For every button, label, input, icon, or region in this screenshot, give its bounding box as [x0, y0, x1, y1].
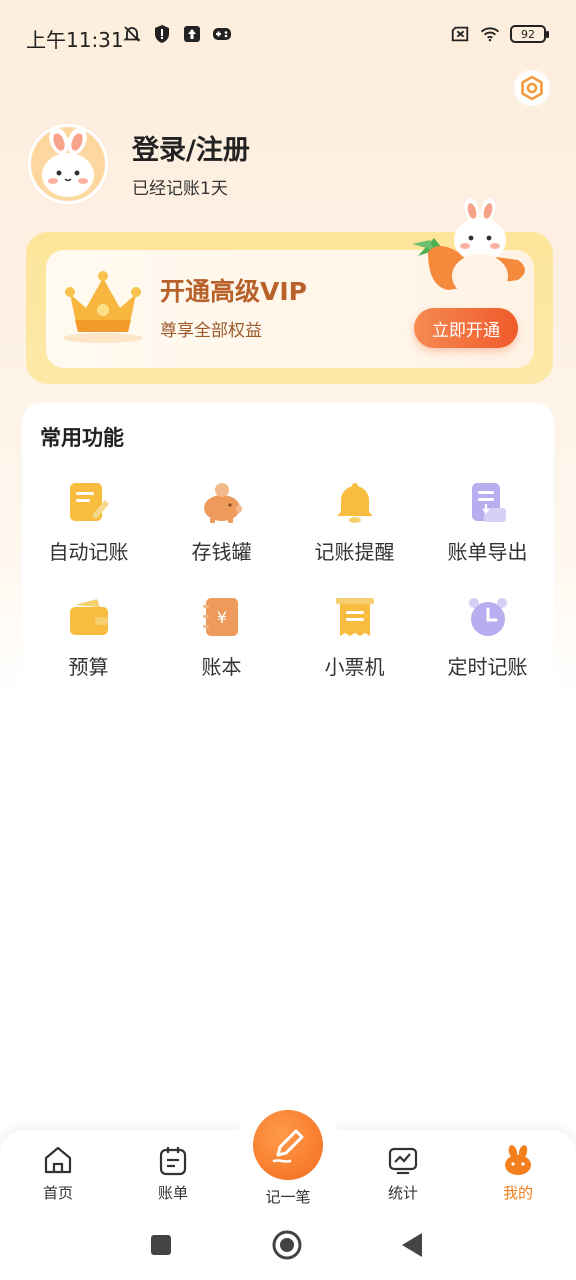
vip-title: 开通高级VIP: [160, 277, 307, 306]
bell-muted-icon: [122, 24, 142, 44]
func-auto-record[interactable]: 自动记账: [22, 480, 155, 565]
crown-icon: [58, 266, 148, 346]
sim-off-icon: [450, 24, 470, 44]
vip-subtitle: 尊享全部权益: [160, 321, 262, 341]
bunny-mine-icon: [505, 1145, 531, 1175]
receipt-icon: [333, 595, 377, 639]
home-system-button[interactable]: [272, 1230, 302, 1264]
func-ledger[interactable]: ¥ 账本: [155, 595, 288, 680]
func-label: 记账提醒: [314, 540, 395, 564]
bills-icon: [159, 1147, 187, 1176]
section-title: 常用功能: [40, 426, 124, 450]
func-label: 定时记账: [447, 655, 528, 679]
tab-label: 我的: [502, 1184, 533, 1202]
export-icon: [466, 480, 510, 524]
home-icon: [44, 1146, 72, 1174]
battery-level: 92: [521, 27, 535, 41]
tab-record-label[interactable]: 记一笔: [248, 1186, 328, 1207]
func-scheduled-record[interactable]: 定时记账: [421, 595, 554, 680]
system-nav-bar: [0, 1228, 576, 1262]
back-button[interactable]: [400, 1232, 424, 1262]
tab-mine[interactable]: 我的: [478, 1144, 558, 1203]
func-label: 存钱罐: [191, 540, 252, 564]
avatar[interactable]: [28, 124, 108, 204]
piggy-bank-icon: [200, 480, 244, 524]
func-label: 预算: [68, 655, 109, 679]
login-register-link[interactable]: 登录/注册: [132, 128, 250, 167]
bunny-avatar-icon: [42, 127, 94, 197]
settings-hex-icon: [521, 75, 543, 101]
record-days-text: 已经记账1天: [132, 179, 228, 199]
alarm-clock-icon: [466, 595, 510, 639]
auto-record-icon: [67, 480, 111, 524]
square-icon: [151, 1235, 171, 1255]
stats-icon: [388, 1147, 418, 1175]
func-label: 自动记账: [48, 540, 129, 564]
tab-stats[interactable]: 统计: [363, 1144, 443, 1203]
tab-label: 账单: [157, 1184, 188, 1202]
func-reminder[interactable]: 记账提醒: [288, 480, 421, 565]
bunny-carrot-icon: [408, 196, 532, 304]
func-receipt-printer[interactable]: 小票机: [288, 595, 421, 680]
tab-home[interactable]: 首页: [18, 1144, 98, 1203]
gamepad-icon: [212, 24, 232, 44]
settings-button[interactable]: [514, 70, 550, 106]
func-piggy-bank[interactable]: 存钱罐: [155, 480, 288, 565]
func-label: 小票机: [324, 655, 385, 679]
wallet-icon: [67, 595, 111, 639]
shield-icon: [152, 24, 172, 44]
func-label: 账本: [201, 655, 242, 679]
upload-icon: [182, 24, 202, 44]
status-time: 上午11:31: [26, 28, 124, 52]
activate-vip-button[interactable]: 立即开通: [414, 308, 518, 348]
pen-icon: [272, 1129, 304, 1163]
ledger-icon: ¥: [200, 595, 244, 639]
func-export[interactable]: 账单导出: [421, 480, 554, 565]
recent-apps-button[interactable]: [150, 1234, 172, 1260]
record-button[interactable]: [253, 1110, 323, 1180]
func-label: 账单导出: [447, 540, 528, 564]
battery-icon: 92: [510, 25, 549, 43]
circle-icon: [272, 1230, 302, 1260]
tab-label: 首页: [42, 1184, 73, 1202]
functions-grid: 自动记账 存钱罐 记账提醒 账单导出 预算 ¥ 账本 小票机 定时记账: [22, 480, 554, 680]
wifi-icon: [480, 24, 500, 44]
status-bar: 上午11:31 92: [0, 0, 576, 72]
tab-bills[interactable]: 账单: [133, 1144, 213, 1203]
back-triangle-icon: [402, 1233, 422, 1257]
tab-label: 统计: [387, 1184, 418, 1202]
svg-text:¥: ¥: [216, 608, 226, 627]
func-budget[interactable]: 预算: [22, 595, 155, 680]
bell-icon: [333, 480, 377, 524]
